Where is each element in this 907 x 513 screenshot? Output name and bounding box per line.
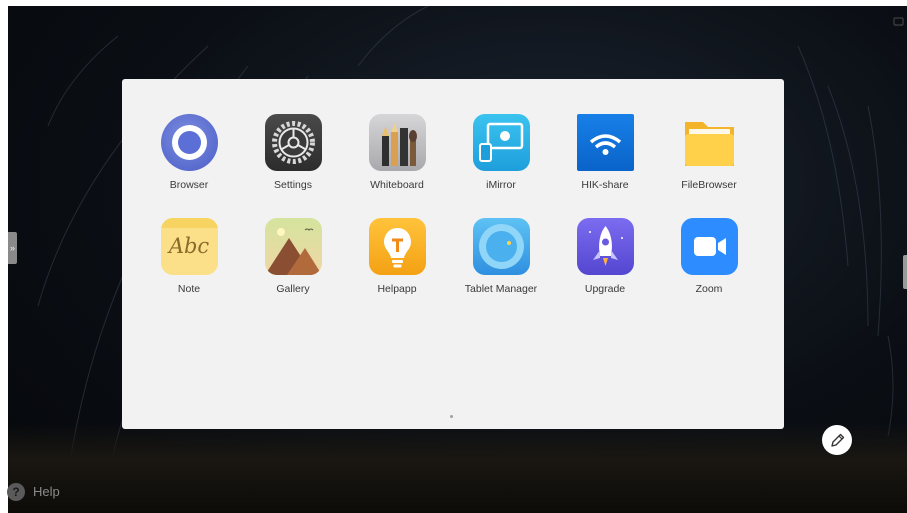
pen-icon [831, 433, 845, 447]
app-note[interactable]: Abc Note [137, 218, 241, 295]
hik-share-icon [576, 114, 634, 171]
annotation-pen-button[interactable] [822, 425, 852, 455]
settings-icon [264, 114, 322, 171]
helpapp-icon [368, 218, 426, 275]
right-edge-handle[interactable] [903, 255, 907, 289]
zoom-icon [680, 218, 738, 275]
tablet-manager-icon [472, 218, 530, 275]
help-label: Help [33, 484, 60, 499]
gallery-icon [264, 218, 322, 275]
app-helpapp[interactable]: Helpapp [345, 218, 449, 295]
app-settings[interactable]: Settings [241, 114, 345, 191]
filebrowser-icon [681, 114, 738, 171]
app-upgrade[interactable]: Upgrade [553, 218, 657, 295]
page-indicator-dot[interactable] [450, 415, 453, 418]
expand-chevron-icon: » [9, 243, 15, 253]
sidebar-expand-handle[interactable]: » [8, 232, 17, 264]
app-browser[interactable]: Browser [137, 114, 241, 191]
app-tablet-manager[interactable]: Tablet Manager [449, 218, 553, 295]
upgrade-icon [576, 218, 634, 275]
imirror-icon [472, 114, 530, 171]
app-imirror[interactable]: iMirror [449, 114, 553, 191]
browser-icon [160, 114, 218, 171]
mountain-silhouette [8, 423, 907, 513]
screen-record-icon[interactable] [893, 16, 904, 27]
app-zoom[interactable]: Zoom [657, 218, 761, 295]
app-hik-share[interactable]: HIK-share [553, 114, 657, 191]
app-filebrowser[interactable]: FileBrowser [657, 114, 761, 191]
app-drawer-panel: Browser Settings Whiteboard iMirror HIK-… [122, 79, 784, 429]
help-icon: ? [7, 483, 25, 501]
app-whiteboard[interactable]: Whiteboard [345, 114, 449, 191]
whiteboard-icon [368, 114, 426, 171]
app-gallery[interactable]: Gallery [241, 218, 345, 295]
note-icon: Abc [160, 218, 218, 275]
